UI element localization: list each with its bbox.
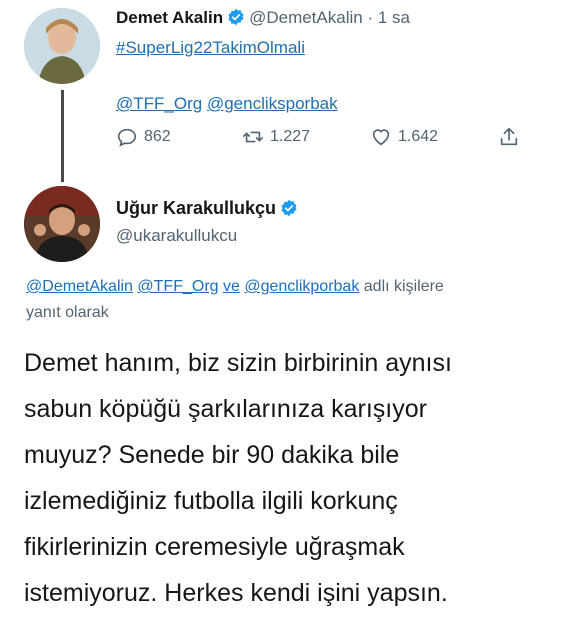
retweet-icon: [243, 131, 263, 143]
thread-connector-line: [61, 90, 64, 182]
tweet-text-line: muyuz? Senede bir 90 dakika bile: [24, 441, 400, 469]
like-button[interactable]: 1.642: [370, 126, 438, 148]
tweet1-header: Demet Akalin @DemetAkalin · 1 sa: [116, 8, 410, 28]
reply-suffix: adlı kişilere: [363, 278, 444, 295]
separator-dot: ·: [367, 8, 374, 27]
reply-mention-ve: ve: [223, 278, 240, 295]
tweet2-author-name[interactable]: Uğur Karakullukçu: [116, 198, 302, 219]
verified-badge-icon: [281, 199, 297, 217]
tweet-text-line: sabun köpüğü şarkılarınıza karışıyor: [24, 395, 427, 423]
tweet2-handle[interactable]: @ukarakullukcu: [116, 226, 237, 246]
reply-mention-genclikporbak[interactable]: @genclikporbak: [244, 278, 359, 295]
reply-count: 862: [144, 128, 171, 145]
tweet-text-line: Demet hanım, biz sizin birbirinin aynısı: [24, 349, 452, 377]
tweet1-handle[interactable]: @DemetAkalin: [249, 8, 363, 27]
tweet-text-line: istemiyoruz. Herkes kendi işini yapsın.: [24, 579, 448, 607]
hashtag-link[interactable]: #SuperLig22TakimOlmali: [116, 38, 305, 58]
reply-icon: [117, 128, 137, 147]
retweet-button[interactable]: 1.227: [242, 126, 310, 148]
tweet1-author-name[interactable]: Demet Akalin: [116, 8, 223, 27]
avatar-demet-akalin[interactable]: [24, 8, 100, 84]
reply-mention-tff-org[interactable]: @TFF_Org: [137, 278, 218, 295]
mention-tff-org[interactable]: @TFF_Org: [116, 94, 202, 113]
verified-badge-icon: [228, 8, 244, 26]
like-count: 1.642: [398, 128, 439, 145]
retweet-count: 1.227: [270, 128, 311, 145]
share-button[interactable]: [498, 126, 520, 148]
tweet-text-line: fikirlerinizin ceremesiyle uğraşmak: [24, 533, 405, 561]
replying-to-line-2: yanıt olarak: [26, 304, 109, 321]
share-icon: [500, 127, 518, 146]
tweet1-action-bar: 862 1.227 1.642: [116, 126, 536, 150]
tweet2-body: Demet hanım, biz sizin birbirinin aynısı…: [24, 340, 579, 616]
like-icon: [372, 129, 390, 146]
tweet1-mentions: @TFF_Org @gencliksporbak: [116, 94, 338, 114]
reply-button[interactable]: 862: [116, 126, 171, 148]
avatar-ugur-karakullukcu[interactable]: [24, 186, 100, 262]
reply-mention-demetakalin[interactable]: @DemetAkalin: [26, 278, 133, 295]
original-tweet: Demet Akalin @DemetAkalin · 1 sa #SuperLi…: [0, 0, 587, 182]
replying-to-line: @DemetAkalin @TFF_Org ve @genclikporbak …: [26, 278, 444, 296]
tweet2-name-text[interactable]: Uğur Karakullukçu: [116, 198, 276, 218]
tweet-text-line: izlemediğiniz futbolla ilgili korkunç: [24, 487, 398, 515]
tweet1-timestamp[interactable]: 1 sa: [378, 8, 410, 27]
mention-genclikporbak[interactable]: @gencliksporbak: [207, 94, 338, 113]
